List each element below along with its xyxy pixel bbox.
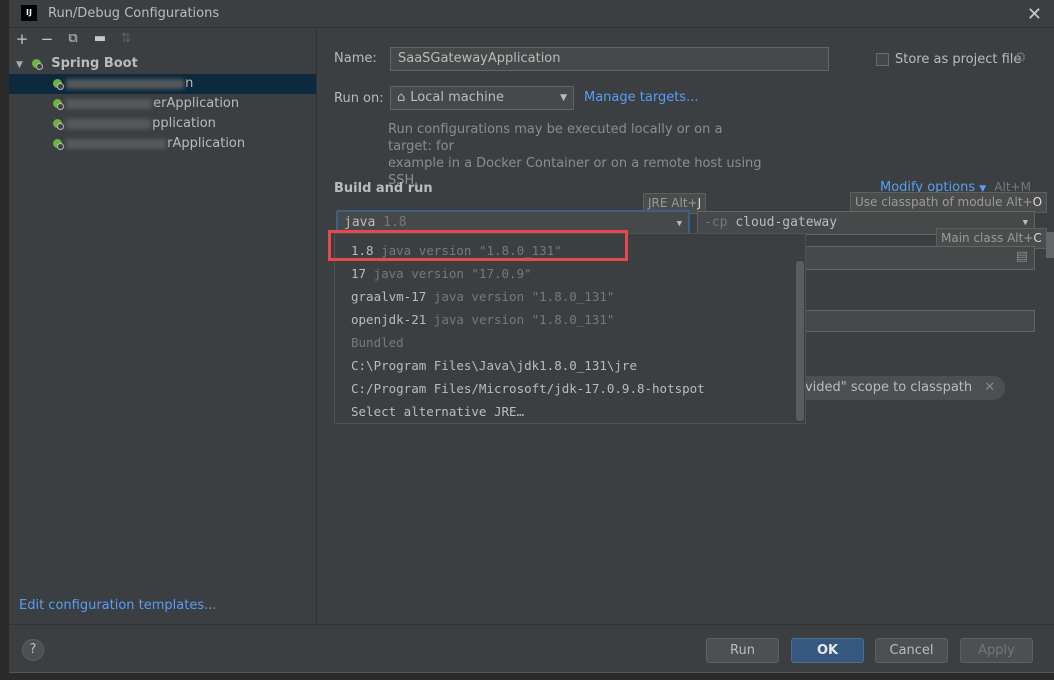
jre-value: java [344, 215, 376, 230]
configuration-tree-panel: + − ⧉ ▬ ⇅ ▼ Spring Boot n erApplication [9, 28, 317, 624]
remove-icon[interactable]: − [38, 30, 56, 48]
spring-boot-icon [53, 79, 64, 90]
redacted-text [66, 98, 153, 109]
background-editor-strip [0, 0, 9, 680]
select-alternative-jre-option[interactable]: Select alternative JRE… [351, 400, 524, 423]
jre-dropdown-popup: 1.8 java version "1.8.0_131" 17 java ver… [334, 233, 806, 424]
tree-item-label: rApplication [167, 136, 246, 151]
configuration-tree: ▼ Spring Boot n erApplication pplication… [9, 54, 316, 154]
tree-item[interactable]: n [9, 74, 316, 94]
ok-button[interactable]: OK [791, 638, 864, 663]
popup-scrollbar[interactable] [796, 261, 804, 421]
run-on-value: Local machine [410, 90, 504, 105]
edit-templates-link[interactable]: Edit configuration templates... [19, 598, 217, 613]
run-on-hint: Run configurations may be executed local… [388, 121, 768, 189]
tree-toolbar: + − ⧉ ▬ ⇅ [9, 28, 316, 50]
hint-line: example in a Docker Container or on a re… [388, 156, 762, 188]
name-input[interactable]: SaaSGatewayApplication [390, 47, 829, 71]
dialog-title: Run/Debug Configurations [48, 6, 220, 21]
classpath-shortcut-tooltip: Use classpath of module Alt+O [850, 192, 1048, 213]
sort-icon[interactable]: ⇅ [117, 30, 135, 48]
chevron-down-icon: ▼ [676, 219, 682, 229]
jre-option-name: openjdk-21 [351, 312, 427, 327]
jre-path-option[interactable]: C:/Program Files/Microsoft/jdk-17.0.9.8-… [351, 377, 705, 400]
close-icon[interactable]: ✕ [1027, 4, 1042, 25]
store-as-project-label: Store as project file [895, 52, 1022, 67]
copy-icon[interactable]: ⧉ [64, 30, 82, 48]
intellij-logo-icon: IJ [21, 5, 37, 21]
tree-item[interactable]: rApplication [9, 134, 316, 154]
browse-icon[interactable]: ▤ [1016, 249, 1028, 264]
redacted-text [66, 78, 185, 89]
tree-item-label: erApplication [153, 96, 240, 111]
tooltip-text: JRE Alt+ [648, 196, 698, 210]
tree-item-label: pplication [152, 116, 216, 131]
tooltip-text: Main class Alt+ [941, 231, 1034, 245]
chip-label: ovided" scope to classpath [797, 380, 973, 395]
run-on-label: Run on: [334, 91, 384, 106]
run-on-select[interactable]: ⌂ Local machine ▼ [390, 86, 574, 110]
annotation-highlight-box [328, 230, 628, 261]
spring-boot-icon [32, 59, 44, 70]
add-icon[interactable]: + [13, 30, 31, 48]
home-icon: ⌂ [397, 90, 406, 105]
tooltip-key: O [1032, 195, 1043, 209]
help-button[interactable]: ? [22, 639, 44, 661]
jre-option-detail: java version "17.0.9" [373, 266, 532, 281]
chevron-down-icon[interactable]: ▼ [16, 60, 23, 70]
jre-version: 1.8 [383, 215, 407, 230]
cancel-button[interactable]: Cancel [875, 638, 948, 663]
tree-group-spring-boot[interactable]: ▼ Spring Boot [9, 54, 316, 74]
jre-option-17[interactable]: 17 java version "17.0.9" [351, 262, 532, 285]
cp-prefix: -cp [704, 215, 728, 230]
jre-path-option[interactable]: C:\Program Files\Java\jdk1.8.0_131\jre [351, 354, 637, 377]
tooltip-text: Use classpath of module Alt+ [855, 195, 1033, 209]
build-and-run-title: Build and run [334, 181, 433, 196]
jre-option-detail: java version "1.8.0_131" [433, 312, 615, 327]
tree-group-label: Spring Boot [51, 56, 138, 71]
spring-boot-icon [53, 119, 64, 130]
store-as-project-checkbox[interactable] [876, 53, 889, 66]
cp-value: cloud-gateway [735, 215, 838, 230]
title-bar: IJ Run/Debug Configurations ✕ [9, 0, 1054, 28]
name-label: Name: [334, 51, 377, 66]
provided-scope-chip[interactable]: ovided" scope to classpath ✕ [797, 376, 1006, 400]
bundled-group-label: Bundled [351, 335, 404, 350]
jre-option-detail: java version "1.8.0_131" [433, 289, 615, 304]
background-scrollbar [1046, 232, 1054, 258]
dialog-button-bar: ? Run OK Cancel Apply [9, 624, 1054, 673]
tree-item-label: n [185, 76, 194, 91]
jre-option-name: graalvm-17 [351, 289, 427, 304]
folder-icon[interactable]: ▬ [91, 30, 109, 48]
tree-item[interactable]: erApplication [9, 94, 316, 114]
spring-boot-icon [53, 99, 64, 110]
redacted-text [66, 138, 167, 149]
jre-option-graalvm-17[interactable]: graalvm-17 java version "1.8.0_131" [351, 285, 614, 308]
run-button[interactable]: Run [706, 638, 779, 663]
chevron-down-icon: ▼ [560, 93, 567, 103]
tooltip-key: J [697, 196, 702, 210]
tooltip-key: C [1033, 231, 1042, 245]
gear-icon[interactable]: ⚙ [1014, 50, 1027, 66]
manage-targets-link[interactable]: Manage targets... [584, 90, 698, 105]
jre-option-openjdk-21[interactable]: openjdk-21 java version "1.8.0_131" [351, 308, 614, 331]
apply-button[interactable]: Apply [960, 638, 1033, 663]
spring-boot-icon [53, 139, 64, 150]
close-icon[interactable]: ✕ [984, 380, 995, 395]
redacted-text [66, 118, 152, 129]
jre-option-name: 17 [351, 266, 367, 281]
tree-item[interactable]: pplication [9, 114, 316, 134]
hint-line: Run configurations may be executed local… [388, 122, 723, 154]
